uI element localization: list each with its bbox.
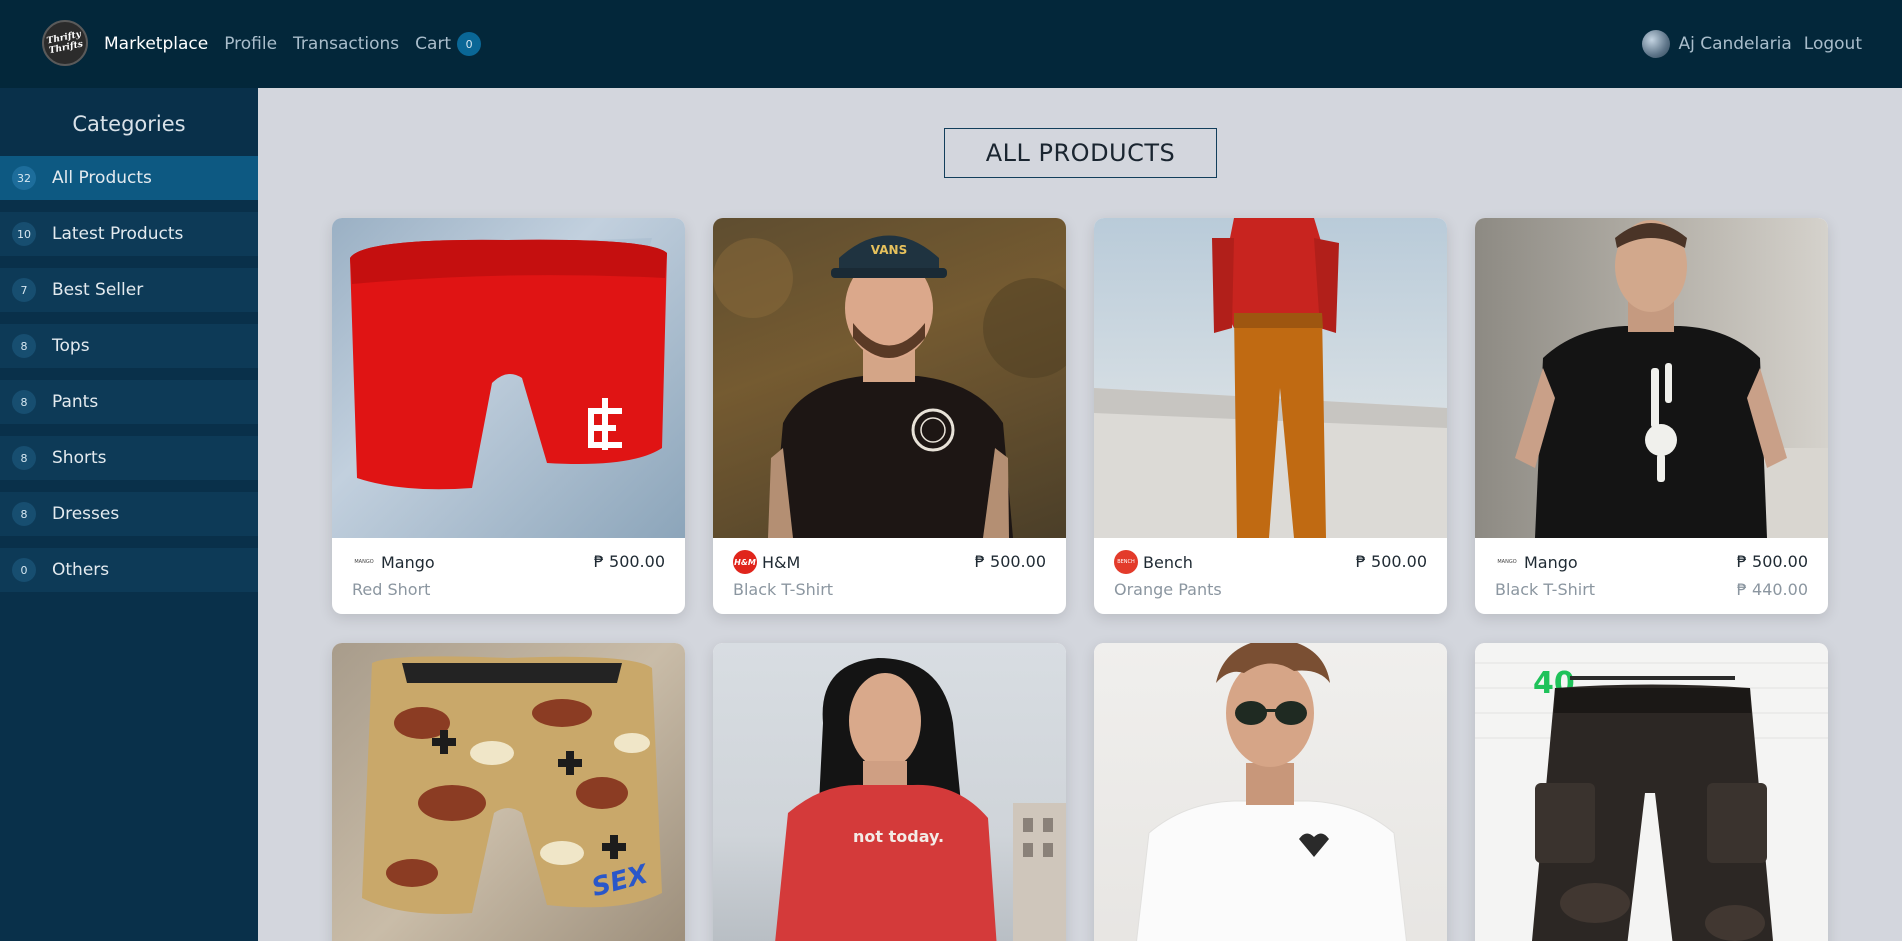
brand-name: Mango (1524, 552, 1578, 572)
category-count-badge: 8 (12, 334, 36, 358)
user-avatar[interactable] (1642, 30, 1671, 58)
category-label: Dresses (52, 504, 120, 524)
page-title: ALL PRODUCTS (944, 128, 1217, 178)
category-label: Shorts (52, 448, 107, 468)
product-card[interactable]: not today. (713, 643, 1066, 941)
product-image[interactable] (332, 218, 685, 538)
svg-text:VANS: VANS (871, 243, 907, 257)
nav-transactions[interactable]: Transactions (293, 34, 399, 54)
product-name: Red Short (352, 580, 431, 599)
user-name[interactable]: Aj Candelaria (1678, 34, 1791, 54)
category-all-products[interactable]: 32 All Products (0, 156, 258, 200)
category-count-badge: 0 (12, 558, 36, 582)
category-label: Pants (52, 392, 99, 412)
nav-marketplace[interactable]: Marketplace (104, 34, 208, 54)
product-info: H&M H&M ₱ 500.00 Black T-Shirt (713, 538, 1066, 614)
nav-links: Marketplace Profile Transactions Cart 0 (104, 0, 482, 88)
product-price: ₱ 500.00 (593, 552, 665, 571)
hm-logo-icon: H&M (733, 550, 757, 574)
logout-link[interactable]: Logout (1804, 34, 1862, 54)
product-image[interactable]: VANS (713, 218, 1066, 538)
product-image[interactable] (1094, 643, 1447, 941)
product-image[interactable] (1094, 218, 1447, 538)
product-card[interactable]: VANS H&M H&M ₱ 500.00 Black T-Shirt (713, 218, 1066, 614)
product-name: Orange Pants (1114, 580, 1222, 599)
product-name: Black T-Shirt (733, 580, 834, 599)
category-tops[interactable]: 8 Tops (0, 324, 258, 368)
product-image[interactable] (1475, 218, 1828, 538)
nav-cart[interactable]: Cart 0 (415, 32, 482, 56)
mango-logo-icon: MANGO (354, 559, 374, 565)
product-card[interactable]: SEX (332, 643, 685, 941)
product-card[interactable]: BENCH Bench ₱ 500.00 Orange Pants (1094, 218, 1447, 614)
sidebar-title: Categories (72, 112, 186, 136)
product-card[interactable]: 40 (1475, 643, 1828, 941)
category-count-badge: 8 (12, 446, 36, 470)
user-menu: Aj Candelaria Logout (1642, 0, 1862, 88)
product-original-price: ₱ 440.00 (1736, 580, 1808, 599)
site-logo[interactable]: Thrifty Thrifts (42, 20, 88, 66)
product-info: MANGO Mango ₱ 500.00 Red Short (332, 538, 685, 614)
category-count-badge: 10 (12, 222, 36, 246)
brand-row: H&M H&M (733, 550, 800, 574)
category-count-badge: 8 (12, 390, 36, 414)
brand-row: MANGO Mango (352, 550, 435, 574)
category-label: Best Seller (52, 280, 144, 300)
category-label: Tops (52, 336, 90, 356)
product-info: BENCH Bench ₱ 500.00 Orange Pants (1094, 538, 1447, 614)
cart-label: Cart (415, 34, 452, 54)
category-latest-products[interactable]: 10 Latest Products (0, 212, 258, 256)
nav-profile[interactable]: Profile (224, 34, 277, 54)
mango-logo-icon: MANGO (1497, 559, 1517, 565)
cart-count-badge: 0 (457, 32, 482, 56)
category-list: 32 All Products 10 Latest Products 7 Bes… (0, 156, 258, 592)
brand-name: H&M (762, 552, 801, 572)
bench-logo-icon: BENCH (1114, 550, 1138, 574)
category-pants[interactable]: 8 Pants (0, 380, 258, 424)
categories-sidebar: Categories 32 All Products 10 Latest Pro… (0, 88, 258, 941)
category-best-seller[interactable]: 7 Best Seller (0, 268, 258, 312)
category-shorts[interactable]: 8 Shorts (0, 436, 258, 480)
category-label: Others (52, 560, 110, 580)
product-price: ₱ 500.00 (1355, 552, 1427, 571)
top-navbar: Thrifty Thrifts Marketplace Profile Tran… (0, 0, 1902, 88)
product-card[interactable]: MANGO Mango ₱ 500.00 Red Short (332, 218, 685, 614)
category-count-badge: 8 (12, 502, 36, 526)
logo-text: Thrifty Thrifts (45, 29, 84, 57)
brand-row: MANGO Mango (1495, 550, 1578, 574)
product-image[interactable]: SEX (332, 643, 685, 941)
product-image[interactable]: 40 (1475, 643, 1828, 941)
brand-name: Mango (381, 552, 435, 572)
brand-row: BENCH Bench (1114, 550, 1193, 574)
product-image[interactable]: not today. (713, 643, 1066, 941)
category-label: All Products (52, 168, 152, 188)
brand-name: Bench (1143, 552, 1193, 572)
category-count-badge: 7 (12, 278, 36, 302)
product-info: MANGO Mango ₱ 500.00 Black T-Shirt ₱ 440… (1475, 538, 1828, 614)
shirt-print-text: not today. (853, 827, 945, 846)
category-label: Latest Products (52, 224, 184, 244)
category-count-badge: 32 (12, 166, 36, 190)
product-price: ₱ 500.00 (1736, 552, 1808, 571)
product-card[interactable]: MANGO Mango ₱ 500.00 Black T-Shirt ₱ 440… (1475, 218, 1828, 614)
category-dresses[interactable]: 8 Dresses (0, 492, 258, 536)
product-card[interactable] (1094, 643, 1447, 941)
product-name: Black T-Shirt (1495, 580, 1596, 599)
product-price: ₱ 500.00 (974, 552, 1046, 571)
category-others[interactable]: 0 Others (0, 548, 258, 592)
